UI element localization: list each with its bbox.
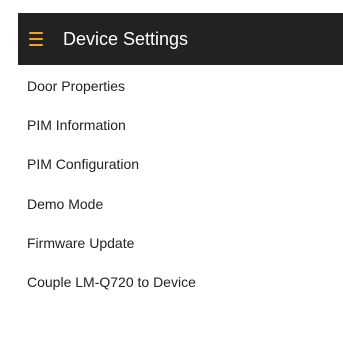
menu-item-couple-device[interactable]: Couple LM-Q720 to Device xyxy=(27,262,327,301)
hamburger-menu-icon[interactable] xyxy=(29,29,55,49)
menu-item-pim-configuration[interactable]: PIM Configuration xyxy=(27,145,327,184)
menu-item-firmware-update[interactable]: Firmware Update xyxy=(27,223,327,262)
settings-menu: Door Properties PIM Information PIM Conf… xyxy=(27,66,327,302)
hamburger-line xyxy=(29,44,43,46)
hamburger-line xyxy=(29,32,43,34)
hamburger-line xyxy=(29,38,43,40)
menu-item-pim-information[interactable]: PIM Information xyxy=(27,105,327,144)
device-settings-screen: Device Settings Door Properties PIM Info… xyxy=(0,0,343,352)
page-title: Device Settings xyxy=(63,28,189,49)
menu-item-door-properties[interactable]: Door Properties xyxy=(27,66,327,105)
app-bar: Device Settings xyxy=(18,13,343,65)
menu-item-demo-mode[interactable]: Demo Mode xyxy=(27,184,327,223)
